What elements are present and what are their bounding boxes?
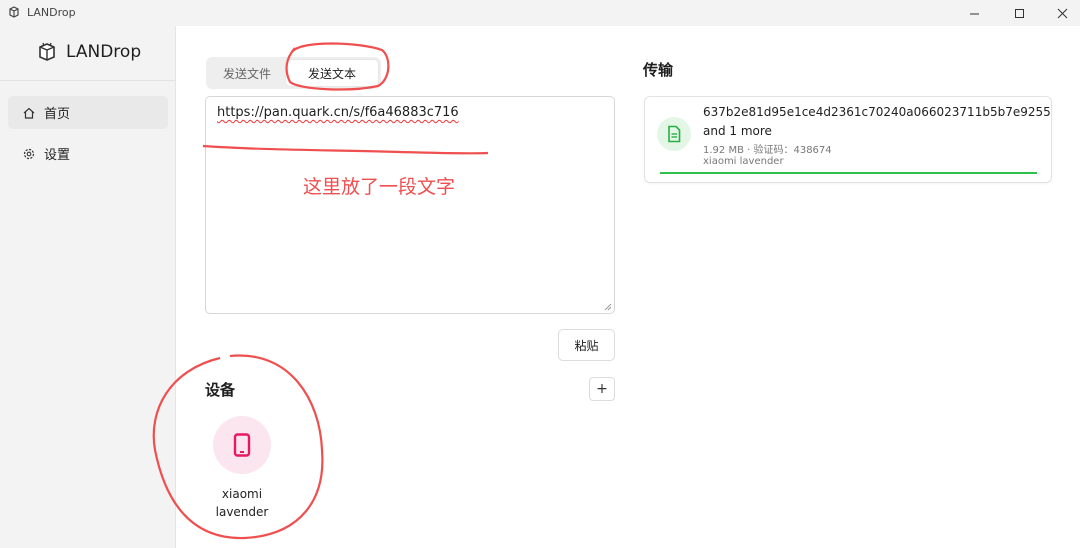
sidebar-item-home[interactable]: 首页 xyxy=(8,96,168,129)
minimize-button[interactable] xyxy=(952,0,996,26)
main-panel: 发送文件 发送文本 https://pan.quark.cn/s/f6a4688… xyxy=(177,26,1080,548)
sidebar-item-label: 设置 xyxy=(44,148,71,163)
device-item[interactable]: xiaomi lavender xyxy=(202,414,282,521)
device-name-line2: lavender xyxy=(215,505,269,519)
device-name: xiaomi lavender xyxy=(202,485,282,521)
transfer-item[interactable]: 637b2e81d95e1ce4d2361c70240a066023711b5b… xyxy=(644,96,1052,183)
sidebar-item-label: 首页 xyxy=(44,107,71,122)
device-name-line1: xiaomi xyxy=(221,487,263,501)
send-mode-tabs: 发送文件 发送文本 xyxy=(206,57,381,89)
add-device-button[interactable]: + xyxy=(589,377,615,401)
home-icon xyxy=(22,106,36,120)
file-avatar xyxy=(657,117,691,151)
device-avatar xyxy=(213,416,271,474)
sidebar-item-settings[interactable]: 设置 xyxy=(8,137,168,170)
brand: LANDrop xyxy=(36,41,141,63)
window-title: LANDrop xyxy=(27,6,76,19)
minimize-icon xyxy=(969,13,979,14)
title-bar: LANDrop xyxy=(0,0,1080,26)
annotation-text: 这里放了一段文字 xyxy=(303,176,456,198)
devices-title: 设备 xyxy=(205,381,236,399)
transfer-more-count: and 1 more xyxy=(703,124,772,138)
transfer-progress-bar xyxy=(660,172,1037,174)
maximize-icon xyxy=(1014,8,1024,18)
transfer-file-name: 637b2e81d95e1ce4d2361c70240a066023711b5b… xyxy=(703,105,1052,119)
tab-send-text[interactable]: 发送文本 xyxy=(286,60,378,86)
gear-icon xyxy=(22,147,36,161)
sidebar: LANDrop 首页 设置 xyxy=(0,26,176,548)
maximize-button[interactable] xyxy=(997,0,1041,26)
phone-icon xyxy=(233,433,251,457)
transfer-title: 传输 xyxy=(643,61,674,79)
close-icon xyxy=(1057,8,1067,18)
paste-button[interactable]: 粘贴 xyxy=(558,329,615,361)
brand-name: LANDrop xyxy=(66,42,142,62)
resize-grip-icon[interactable] xyxy=(604,303,612,311)
sidebar-divider xyxy=(0,80,176,81)
transfer-progress-fill xyxy=(660,172,1037,174)
tab-send-file[interactable]: 发送文件 xyxy=(210,60,284,86)
landrop-logo-icon xyxy=(39,42,55,61)
file-icon xyxy=(668,125,681,143)
transfer-device: xiaomi lavender xyxy=(703,156,784,167)
app-logo-icon xyxy=(9,6,19,18)
send-text-value: https://pan.quark.cn/s/f6a46883c716 xyxy=(217,105,459,120)
send-text-input[interactable]: https://pan.quark.cn/s/f6a46883c716 xyxy=(205,96,615,314)
close-button[interactable] xyxy=(1040,0,1080,26)
transfer-meta: 1.92 MB · 验证码：438674 xyxy=(703,145,832,156)
